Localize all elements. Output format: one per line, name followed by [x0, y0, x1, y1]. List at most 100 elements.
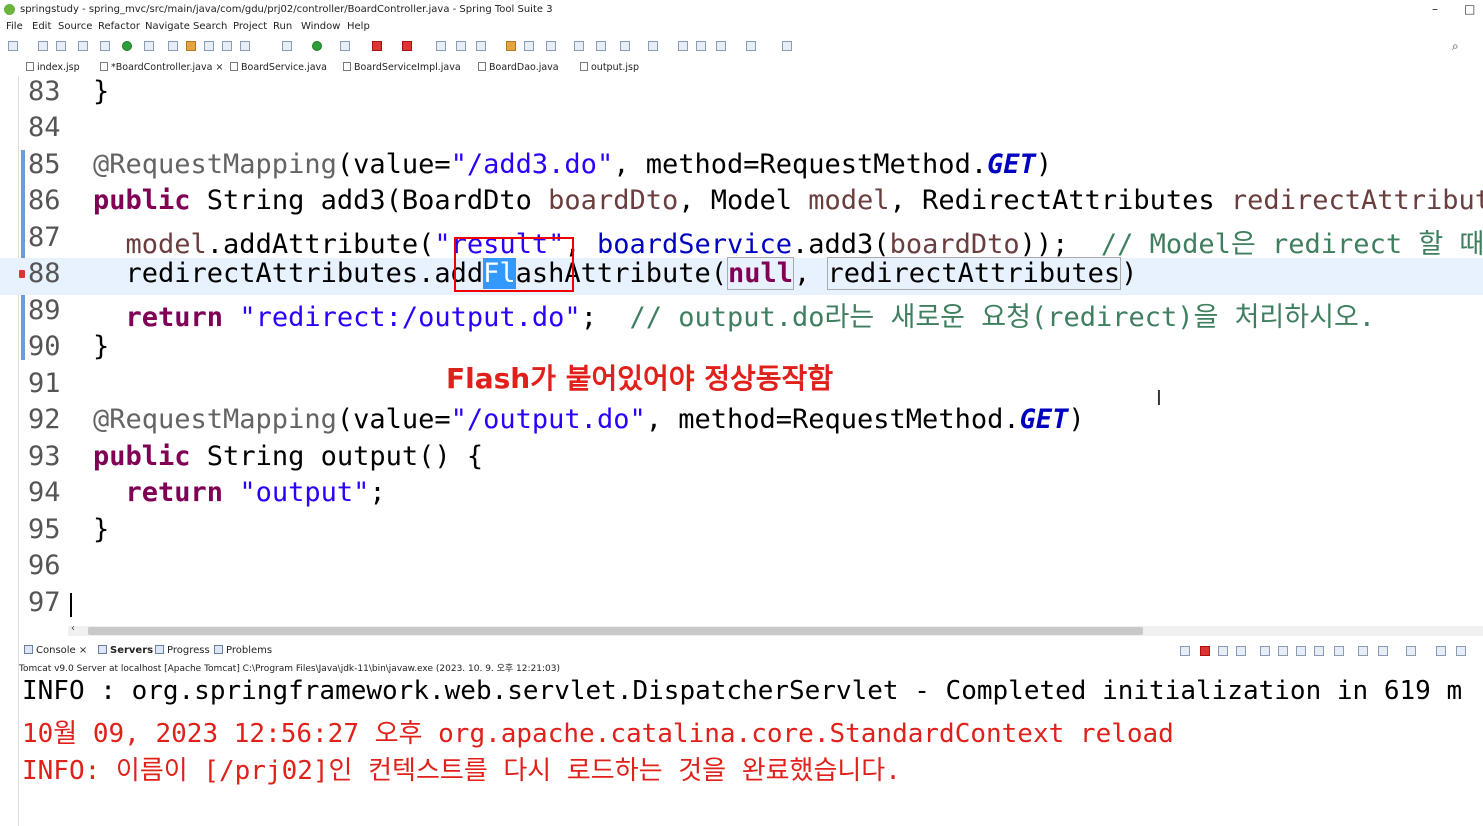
stop-icon[interactable]: [372, 41, 382, 51]
code-line-94: return "output";: [125, 477, 386, 508]
menu-file[interactable]: File: [6, 21, 23, 32]
browser-icon[interactable]: [574, 41, 584, 51]
line-number: 96: [28, 550, 61, 581]
line-number: 97: [28, 587, 61, 618]
coverage-icon[interactable]: [340, 41, 350, 51]
display-console-icon[interactable]: [1378, 646, 1388, 656]
line-number: 91: [28, 368, 61, 399]
external-tools-icon[interactable]: [402, 41, 412, 51]
minimize-button[interactable]: –: [1432, 2, 1438, 16]
menu-source[interactable]: Source: [58, 21, 92, 32]
run-icon[interactable]: [312, 41, 322, 51]
tab-label: Progress: [167, 645, 210, 656]
open-folder-icon[interactable]: [506, 41, 516, 51]
tab-problems[interactable]: Problems: [214, 645, 272, 656]
open-task-icon[interactable]: [524, 41, 534, 51]
close-tab-icon[interactable]: ×: [79, 645, 87, 656]
tab-boardcontroller-java[interactable]: *BoardController.java ×: [100, 62, 223, 73]
debug-icon[interactable]: [282, 41, 292, 51]
line-number: 95: [28, 514, 61, 545]
menu-help[interactable]: Help: [347, 21, 370, 32]
refresh-icon[interactable]: [144, 41, 154, 51]
search-icon[interactable]: ⌕: [1452, 39, 1459, 54]
word-wrap-icon[interactable]: [1296, 646, 1306, 656]
tab-boardservice-java[interactable]: BoardService.java: [230, 62, 327, 73]
console-lock-icon[interactable]: [1180, 646, 1190, 656]
line-number: 94: [28, 477, 61, 508]
tab-servers[interactable]: Servers: [98, 645, 153, 656]
tab-index-jsp[interactable]: index.jsp: [26, 62, 80, 73]
main-toolbar: ⌕: [0, 37, 1483, 57]
menu-window[interactable]: Window: [301, 21, 340, 32]
scroll-lock-icon[interactable]: [1278, 646, 1288, 656]
spring-tool-suite-icon: [4, 4, 15, 15]
print-icon[interactable]: [78, 41, 88, 51]
menu-edit[interactable]: Edit: [32, 21, 51, 32]
line-number: 90: [28, 331, 61, 362]
remove-launch-icon[interactable]: [1218, 646, 1228, 656]
error-marker-icon[interactable]: [19, 270, 25, 278]
close-tab-icon[interactable]: ×: [215, 62, 223, 73]
new-class-icon[interactable]: [476, 41, 486, 51]
menu-refactor[interactable]: Refactor: [98, 21, 140, 32]
menu-project[interactable]: Project: [233, 21, 267, 32]
pin-editor-icon[interactable]: [782, 41, 792, 51]
tab-console[interactable]: Console ×: [24, 645, 87, 656]
tab-boarddao-java[interactable]: BoardDao.java: [478, 62, 559, 73]
highlight-icon[interactable]: [186, 41, 196, 51]
menu-navigate[interactable]: Navigate: [145, 21, 190, 32]
clear-console-icon[interactable]: [1260, 646, 1270, 656]
tab-label: BoardServiceImpl.java: [354, 62, 461, 73]
minimize-view-icon[interactable]: [1436, 646, 1446, 656]
open-type-icon[interactable]: [168, 41, 178, 51]
scroll-thumb[interactable]: [88, 627, 1143, 635]
forward-nav-icon[interactable]: [746, 41, 756, 51]
code-editor[interactable]: 83} 84 85 @RequestMapping(value="/add3.do…: [0, 76, 1483, 624]
save-all-icon[interactable]: [56, 41, 66, 51]
new-package-icon[interactable]: [456, 41, 466, 51]
scroll-left-icon[interactable]: ‹: [71, 623, 75, 634]
new-icon[interactable]: [8, 41, 18, 51]
back-nav-icon[interactable]: [716, 41, 726, 51]
pin-console-icon[interactable]: [1358, 646, 1368, 656]
show-stdout-icon[interactable]: [1314, 646, 1324, 656]
next-annotation-icon[interactable]: [620, 41, 630, 51]
pen-icon[interactable]: [546, 41, 556, 51]
maximize-view-icon[interactable]: [1456, 646, 1466, 656]
code-line-87: model.addAttribute("result", boardServic…: [125, 229, 1483, 260]
code-line-90: }: [93, 331, 110, 362]
tab-boardserviceimpl-java[interactable]: BoardServiceImpl.java: [343, 62, 461, 73]
line-number: 84: [28, 112, 61, 143]
maximize-button[interactable]: □: [1464, 2, 1475, 16]
prev-annotation-icon[interactable]: [648, 41, 658, 51]
editor-horizontal-scrollbar[interactable]: ‹: [68, 623, 1483, 636]
block-icon[interactable]: [240, 41, 250, 51]
skip-breakpoints-icon[interactable]: [100, 41, 110, 51]
search-tool-icon[interactable]: [204, 41, 214, 51]
show-stderr-icon[interactable]: [1334, 646, 1344, 656]
open-console-icon[interactable]: [1406, 646, 1416, 656]
tab-label: Problems: [226, 645, 273, 656]
tab-label: BoardService.java: [241, 62, 327, 73]
remove-all-icon[interactable]: [1236, 646, 1246, 656]
line-number: 89: [28, 295, 61, 326]
window-title: springstudy - spring_mvc/src/main/java/c…: [20, 4, 553, 15]
last-edit-icon[interactable]: [678, 41, 688, 51]
servers-icon: [98, 645, 107, 654]
save-icon[interactable]: [38, 41, 48, 51]
new-java-icon[interactable]: [436, 41, 446, 51]
run-server-icon[interactable]: [122, 41, 132, 51]
menu-run[interactable]: Run: [273, 21, 292, 32]
progress-icon: [155, 645, 164, 654]
console-tabs: Console × Servers Progress Problems: [0, 643, 1483, 659]
annotation-icon[interactable]: [222, 41, 232, 51]
console-output[interactable]: INFO : org.springframework.web.servlet.D…: [0, 672, 1483, 826]
title-bar: springstudy - spring_mvc/src/main/java/c…: [0, 0, 1483, 20]
back-icon[interactable]: [696, 41, 706, 51]
menu-search[interactable]: Search: [193, 21, 227, 32]
terminate-icon[interactable]: [1200, 646, 1210, 656]
java-file-icon: [100, 62, 108, 71]
tab-output-jsp[interactable]: output.jsp: [580, 62, 639, 73]
globe-icon[interactable]: [596, 41, 606, 51]
tab-progress[interactable]: Progress: [155, 645, 210, 656]
